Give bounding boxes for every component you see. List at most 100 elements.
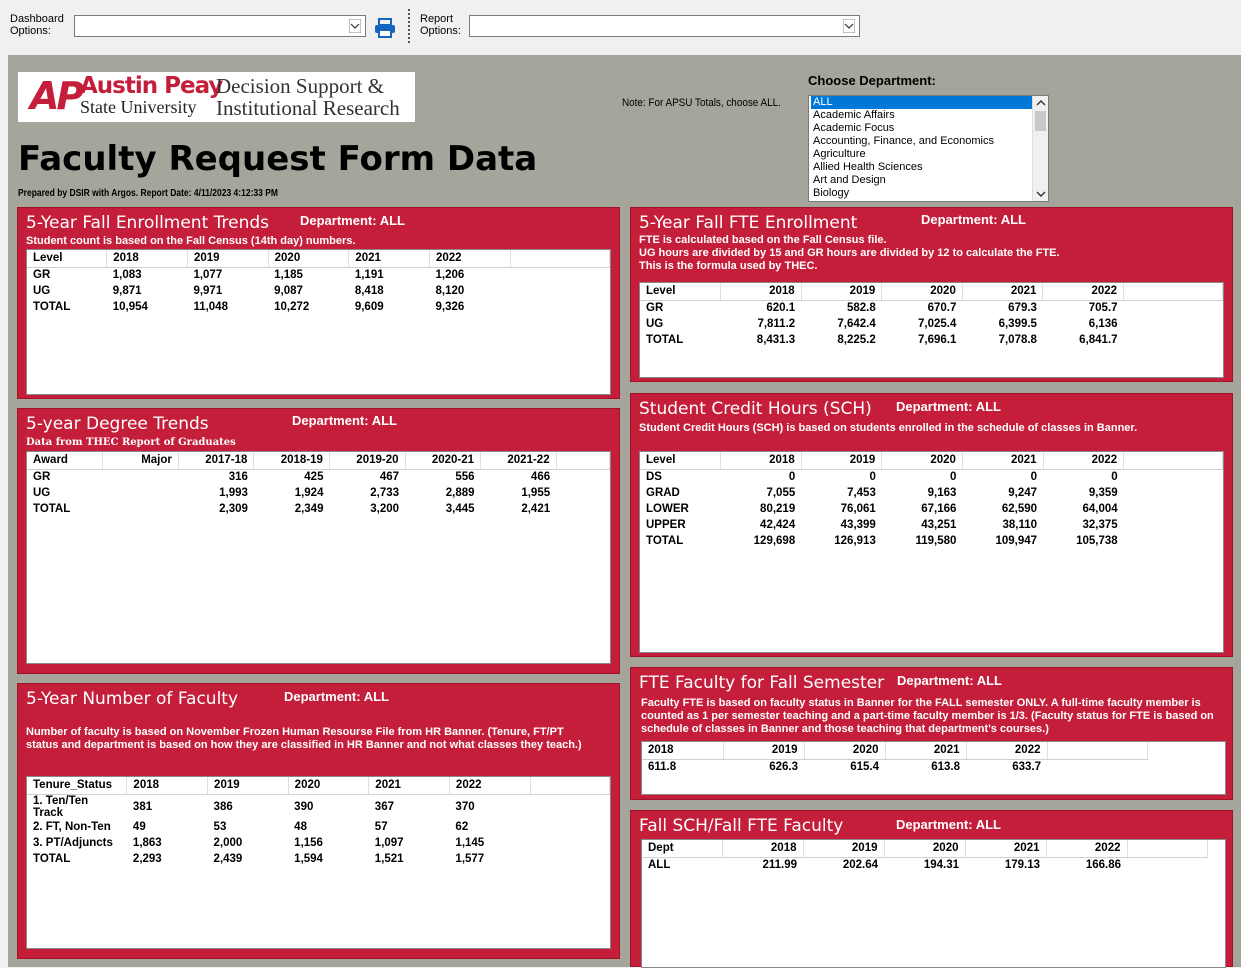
panel-department: Department: ALL xyxy=(921,212,1026,227)
table-row: GR 620.1 582.8 670.7 679.3 705.7 xyxy=(640,300,1223,316)
table-cell: 679.3 xyxy=(1008,302,1037,315)
table-cell: 2. FT, Non-Ten xyxy=(33,820,111,833)
department-option[interactable]: Art and Design xyxy=(811,174,1048,187)
print-icon[interactable] xyxy=(374,18,396,38)
table-cell: 42,424 xyxy=(760,519,796,531)
table-cell: 80,219 xyxy=(760,503,796,515)
table-cell: 316 xyxy=(228,471,248,484)
table-row: GR 1,083 1,077 1,185 1,191 1,206 xyxy=(27,267,610,283)
column-header: Level xyxy=(640,283,722,301)
chevron-down-icon xyxy=(349,19,361,33)
dashboard-options-dropdown[interactable] xyxy=(74,15,366,37)
table-cell: 11,048 xyxy=(193,301,228,313)
listbox-scrollbar[interactable] xyxy=(1032,96,1048,201)
department-option[interactable]: Academic Focus xyxy=(811,122,1048,135)
table-cell: 6,399.5 xyxy=(998,318,1037,330)
table-cell: 3,200 xyxy=(370,503,400,515)
enrollment-trends-panel: 5-Year Fall Enrollment Trends Department… xyxy=(17,207,620,399)
table-cell: 2,733 xyxy=(370,487,400,499)
column-header: 2020-21 xyxy=(405,452,482,470)
table-row: LOWER 80,219 76,061 67,166 62,590 64,004 xyxy=(640,501,1223,517)
panel-department: Department: ALL xyxy=(292,413,397,428)
logo-austin-peay: Austin Peay xyxy=(80,73,223,99)
table-cell: GR xyxy=(33,471,51,484)
table-cell: 615.4 xyxy=(850,761,879,774)
table-cell: 2,889 xyxy=(445,487,475,499)
table-row: 1. Ten/Ten Track 381 386 390 367 370 xyxy=(27,794,610,819)
department-option[interactable]: Academic Affairs xyxy=(811,109,1048,122)
apsu-logo: AP Austin Peay State University Decision… xyxy=(18,72,415,122)
table-cell: 8,120 xyxy=(435,285,465,297)
table-cell: 6,841.7 xyxy=(1079,334,1118,346)
table-cell: 2,439 xyxy=(213,852,243,865)
table-cell: 166.86 xyxy=(1085,859,1121,872)
table-cell: 3. PT/Adjuncts xyxy=(33,836,113,849)
table-cell: DS xyxy=(646,471,662,484)
column-header: 2021 xyxy=(965,840,1047,858)
table-cell: 64,004 xyxy=(1082,503,1118,515)
fte-faculty-table: 2018 2019 2020 2021 2022 611.8 626.3 615.4 613.8… xyxy=(641,741,1226,795)
department-listbox[interactable]: ALL Academic Affairs Academic Focus Account… xyxy=(808,95,1049,202)
department-option[interactable]: Agriculture xyxy=(811,148,1048,161)
department-option[interactable]: Biology xyxy=(811,187,1048,200)
panel-title: Student Credit Hours (SCH) xyxy=(639,399,872,419)
table-row: UPPER 42,424 43,399 43,251 38,110 32,375 xyxy=(640,517,1223,533)
department-option[interactable]: Allied Health Sciences xyxy=(811,161,1048,174)
column-header: 2022 xyxy=(449,777,531,795)
report-label-line1: Report xyxy=(420,13,454,25)
table-row: ALL 211.99 202.64 194.31 179.13 166.86 xyxy=(642,857,1207,873)
table-row: 611.8 626.3 615.4 613.8 633.7 xyxy=(642,759,1147,775)
table-row: GRAD 7,055 7,453 9,163 9,247 9,359 xyxy=(640,485,1223,501)
table-cell: 9,087 xyxy=(274,285,303,297)
dashboard-label-line2: Options: xyxy=(10,25,51,37)
table-cell: 0 xyxy=(788,471,796,484)
dashboard-label-line1: Dashboard xyxy=(10,13,64,25)
table-cell: 556 xyxy=(455,471,475,484)
column-header: 2019 xyxy=(801,452,883,470)
choose-department-label: Choose Department: xyxy=(808,73,936,88)
panel-note: Student count is based on the Fall Censu… xyxy=(26,235,356,247)
report-options-dropdown[interactable] xyxy=(469,15,860,37)
column-header: 2019 xyxy=(207,777,289,795)
table-cell: 466 xyxy=(530,471,551,484)
column-header: 2018 xyxy=(106,250,188,268)
table-cell: 43,399 xyxy=(840,519,876,531)
table-cell: 1,577 xyxy=(455,852,485,865)
table-cell: 705.7 xyxy=(1088,302,1118,315)
table-cell xyxy=(103,469,179,485)
logo-dsir-line2: Institutional Research xyxy=(216,96,400,120)
table-cell: 10,954 xyxy=(112,301,148,313)
table-cell: 9,609 xyxy=(354,301,384,313)
table-cell: 9,247 xyxy=(1008,487,1038,499)
panel-note: Student Credit Hours (SCH) is based on s… xyxy=(639,422,1138,434)
table-cell: 1,145 xyxy=(455,836,485,849)
department-option[interactable]: Accounting, Finance, and Economics xyxy=(811,135,1048,148)
table-row: TOTAL 2,309 2,349 3,200 3,445 2,421 xyxy=(27,501,610,517)
column-header-filler xyxy=(510,250,610,268)
table-cell: 38,110 xyxy=(1002,519,1038,531)
table-cell: 0 xyxy=(950,471,957,484)
table-cell: 1,955 xyxy=(521,487,551,499)
table-row: UG 9,871 9,971 9,087 8,418 8,120 xyxy=(27,283,610,299)
table-cell: 1,206 xyxy=(435,269,465,282)
table-cell: 1,924 xyxy=(294,487,324,499)
column-header: 2020 xyxy=(268,250,350,268)
table-cell: 1,191 xyxy=(354,269,384,282)
table-cell: 8,431.3 xyxy=(756,334,796,346)
sch-table: Level 2018 2019 2020 2021 2022 DS 0 0 0 0 0 GRAD 7,05… xyxy=(639,451,1224,653)
column-header: 2017-18 xyxy=(178,452,255,470)
panel-title: 5-Year Number of Faculty xyxy=(26,689,239,709)
table-cell: 425 xyxy=(304,471,324,484)
table-row: 2. FT, Non-Ten 49 53 48 57 62 xyxy=(27,819,610,835)
department-option[interactable]: ALL xyxy=(811,96,1048,109)
panel-department: Department: ALL xyxy=(896,399,1001,414)
table-cell: 2,293 xyxy=(132,852,162,865)
panel-note-3: This is the formula used by THEC. xyxy=(639,260,818,272)
apsu-totals-note: Note: For APSU Totals, choose ALL. xyxy=(622,97,781,109)
panel-department: Department: ALL xyxy=(300,213,405,228)
table-cell: 109,947 xyxy=(995,535,1038,547)
column-header: 2018 xyxy=(642,742,724,760)
sch-per-fte-table: Dept 2018 2019 2020 2021 2022 ALL 211.99 202.64 1… xyxy=(641,839,1226,968)
column-header: 2022 xyxy=(966,742,1048,760)
scrollbar-thumb[interactable] xyxy=(1035,111,1046,131)
